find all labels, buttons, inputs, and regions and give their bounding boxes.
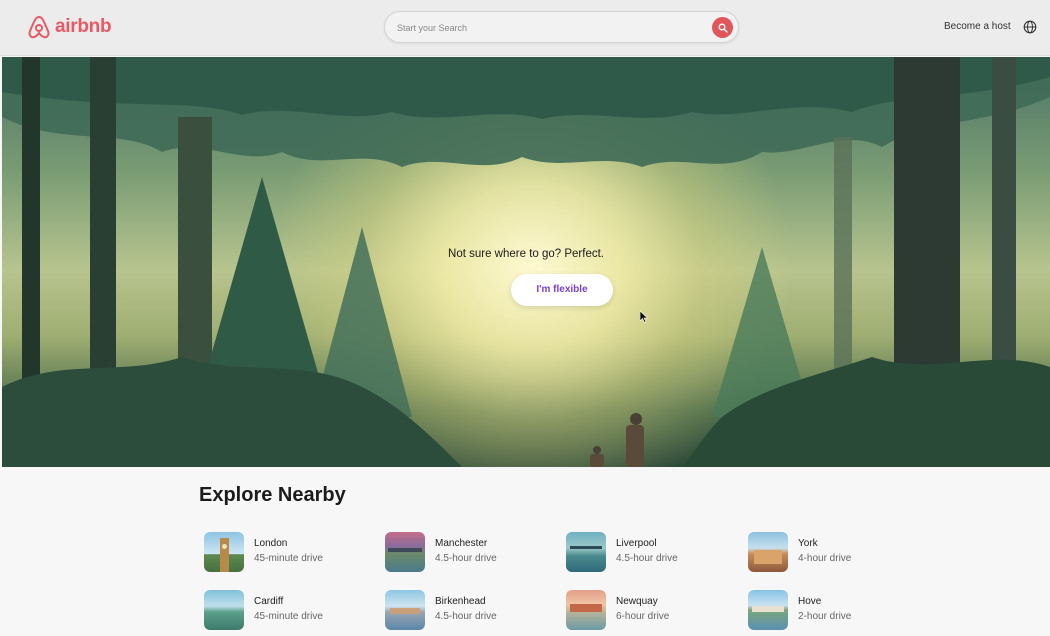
become-host-link[interactable]: Become a host [944, 21, 1011, 32]
place-distance: 4.5-hour drive [616, 553, 678, 564]
place-name: London [254, 538, 288, 549]
place-name: Newquay [616, 596, 658, 607]
newquay-thumbnail [566, 590, 606, 630]
mouse-cursor-icon [640, 311, 648, 323]
airbnb-logo-icon [28, 15, 50, 39]
place-name: Birkenhead [435, 596, 486, 607]
cardiff-thumbnail [204, 590, 244, 630]
place-name: Manchester [435, 538, 488, 549]
place-distance: 45-minute drive [254, 611, 323, 622]
place-card-manchester[interactable]: Manchester 4.5-hour drive [385, 532, 497, 572]
explore-nearby-section: Explore Nearby London 45-minute drive Ma… [0, 467, 1050, 636]
place-name: Cardiff [254, 596, 284, 607]
hero-banner: Not sure where to go? Perfect. I'm flexi… [2, 57, 1050, 467]
place-distance: 45-minute drive [254, 553, 323, 564]
search-input[interactable] [397, 19, 697, 37]
place-card-london[interactable]: London 45-minute drive [204, 532, 323, 572]
liverpool-thumbnail [566, 532, 606, 572]
york-thumbnail [748, 532, 788, 572]
place-distance: 2-hour drive [798, 611, 852, 622]
manchester-thumbnail [385, 532, 425, 572]
place-card-cardiff[interactable]: Cardiff 45-minute drive [204, 590, 323, 630]
place-card-liverpool[interactable]: Liverpool 4.5-hour drive [566, 532, 678, 572]
hove-thumbnail [748, 590, 788, 630]
place-card-newquay[interactable]: Newquay 6-hour drive [566, 590, 669, 630]
place-card-hove[interactable]: Hove 2-hour drive [748, 590, 851, 630]
search-icon [718, 23, 728, 33]
hero-headline: Not sure where to go? Perfect. [448, 248, 604, 260]
logo-text: airbnb [55, 16, 112, 37]
forest-illustration [2, 57, 1050, 467]
section-title: Explore Nearby [199, 484, 346, 506]
place-distance: 4.5-hour drive [435, 553, 497, 564]
place-name: Hove [798, 596, 822, 607]
place-distance: 4.5-hour drive [435, 611, 497, 622]
im-flexible-button[interactable]: I'm flexible [511, 274, 613, 306]
place-distance: 6-hour drive [616, 611, 670, 622]
top-header: airbnb Become a host [0, 0, 1050, 56]
search-button[interactable] [712, 17, 733, 38]
airbnb-logo[interactable]: airbnb [27, 14, 112, 40]
place-card-birkenhead[interactable]: Birkenhead 4.5-hour drive [385, 590, 497, 630]
globe-icon[interactable] [1023, 20, 1037, 34]
place-distance: 4-hour drive [798, 553, 852, 564]
london-thumbnail [204, 532, 244, 572]
place-name: Liverpool [616, 538, 657, 549]
place-name: York [798, 538, 818, 549]
search-bar[interactable] [384, 11, 739, 43]
birkenhead-thumbnail [385, 590, 425, 630]
place-card-york[interactable]: York 4-hour drive [748, 532, 851, 572]
